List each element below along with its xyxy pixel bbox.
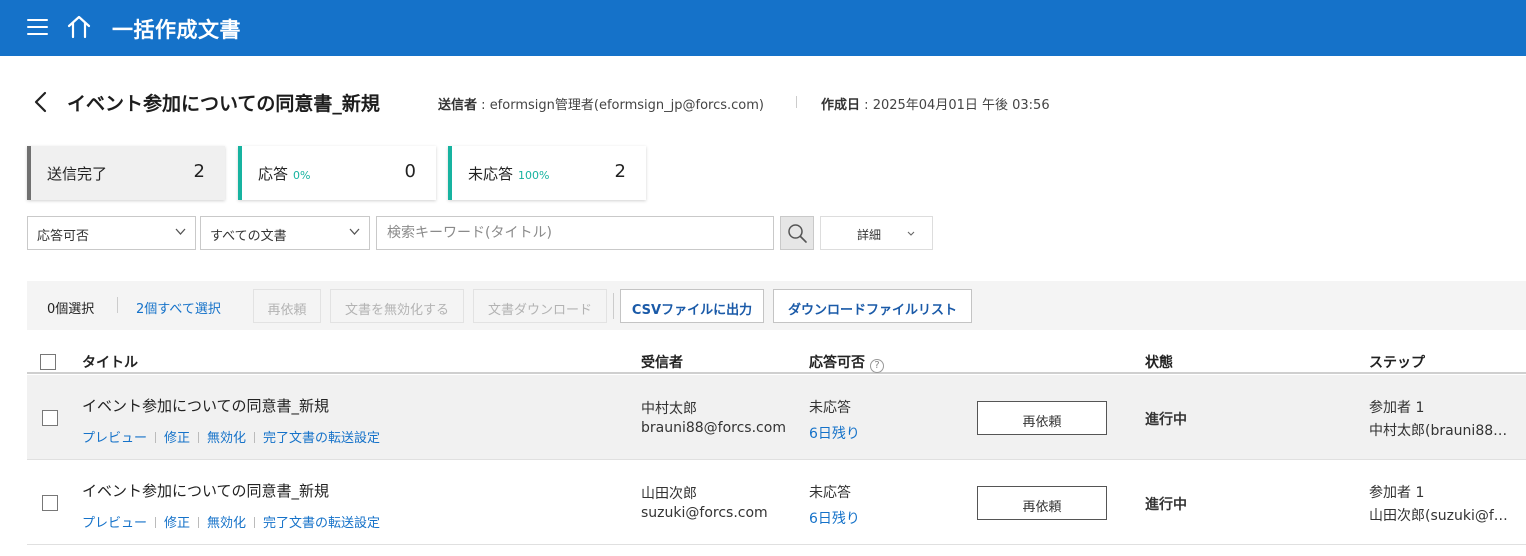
- toolbar-separator: [613, 293, 614, 319]
- sender-value: eformsign管理者(eformsign_jp@forcs.com): [489, 98, 764, 113]
- detail-label: 詳細: [857, 228, 882, 242]
- table-header: タイトル 受信者 応答可否? 状態 ステップ: [27, 350, 1526, 374]
- action-divider: [254, 432, 256, 443]
- response-status: 未応答: [809, 400, 851, 416]
- step-participant: 中村太郎(brauni88…: [1369, 423, 1508, 439]
- stat-card-responded[interactable]: 応答 0% 0: [238, 146, 436, 200]
- stat-count: 2: [614, 161, 626, 182]
- bulk-action-toolbar: 0個選択 2個すべて選択 再依頼 文書を無効化する 文書ダウンロード CSVファ…: [27, 281, 1526, 330]
- action-divider: [254, 517, 256, 528]
- forward-settings-link[interactable]: 完了文書の転送設定: [263, 431, 380, 446]
- home-icon[interactable]: [66, 14, 92, 40]
- stat-bar: [27, 146, 31, 200]
- document-header: イベント参加についての同意書_新規 送信者 : eformsign管理者(efo…: [0, 84, 1526, 120]
- download-button-disabled: 文書ダウンロード: [473, 289, 607, 323]
- invalidate-link[interactable]: 無効化: [207, 431, 246, 446]
- download-file-list-button[interactable]: ダウンロードファイルリスト: [773, 289, 972, 323]
- row-checkbox[interactable]: [42, 410, 58, 426]
- page-title: 一括作成文書: [112, 18, 241, 42]
- stat-percent: 0%: [293, 169, 311, 182]
- action-divider: [198, 432, 200, 443]
- resend-button[interactable]: 再依頼: [977, 401, 1107, 435]
- chevron-down-icon: [349, 228, 360, 235]
- recipient-email: suzuki@forcs.com: [641, 505, 768, 521]
- row-title[interactable]: イベント参加についての同意書_新規: [82, 395, 329, 416]
- table-row[interactable]: イベント参加についての同意書_新規 プレビュー 修正 無効化 完了文書の転送設定 山田…: [27, 460, 1526, 545]
- toolbar-divider: [117, 297, 118, 313]
- search-input[interactable]: [376, 216, 774, 250]
- hamburger-menu-icon[interactable]: [27, 18, 48, 36]
- search-icon: [788, 224, 807, 243]
- stat-bar: [448, 146, 452, 200]
- days-remaining[interactable]: 6日残り: [809, 423, 860, 443]
- help-icon[interactable]: ?: [870, 359, 884, 373]
- status-text: 進行中: [1145, 412, 1187, 428]
- forward-settings-link[interactable]: 完了文書の転送設定: [263, 516, 380, 531]
- meta-divider: [796, 96, 797, 108]
- days-remaining[interactable]: 6日残り: [809, 508, 860, 528]
- stat-card-unresponded[interactable]: 未応答 100% 2: [448, 146, 646, 200]
- meta-colon: :: [481, 98, 486, 113]
- action-divider: [155, 432, 157, 443]
- column-recipient: 受信者: [641, 355, 683, 371]
- edit-link[interactable]: 修正: [164, 431, 190, 446]
- row-actions: プレビュー 修正 無効化 完了文書の転送設定: [82, 512, 380, 531]
- csv-export-button[interactable]: CSVファイルに出力: [620, 289, 764, 323]
- column-step: ステップ: [1369, 355, 1425, 371]
- stat-percent: 100%: [518, 169, 550, 182]
- selected-count: 0個選択: [47, 302, 95, 317]
- preview-link[interactable]: プレビュー: [82, 516, 147, 531]
- resend-button[interactable]: 再依頼: [977, 486, 1107, 520]
- meta-colon: :: [864, 98, 869, 113]
- created-label: 作成日: [821, 98, 861, 113]
- table-row[interactable]: イベント参加についての同意書_新規 プレビュー 修正 無効化 完了文書の転送設定 中村…: [27, 375, 1526, 460]
- select-all-link[interactable]: 2個すべて選択: [136, 298, 221, 317]
- chevron-down-icon: [907, 231, 915, 236]
- stat-label: 未応答 100%: [468, 165, 550, 183]
- step-name: 参加者 1: [1369, 485, 1425, 501]
- sender-label: 送信者: [438, 98, 478, 113]
- column-response: 応答可否?: [809, 352, 884, 373]
- step-participant: 山田次郎(suzuki@f…: [1369, 508, 1508, 524]
- column-status: 状態: [1145, 355, 1173, 371]
- invalidate-link[interactable]: 無効化: [207, 516, 246, 531]
- stat-card-sent[interactable]: 送信完了 2: [27, 146, 225, 200]
- back-arrow-icon[interactable]: [31, 90, 51, 114]
- sender-info: 送信者 : eformsign管理者(eformsign_jp@forcs.co…: [438, 94, 764, 113]
- stat-bar: [238, 146, 242, 200]
- response-status: 未応答: [809, 485, 851, 501]
- recipient-name: 中村太郎: [641, 401, 697, 417]
- stat-label: 送信完了: [47, 165, 108, 183]
- column-title: タイトル: [82, 355, 138, 371]
- action-divider: [155, 517, 157, 528]
- action-divider: [198, 517, 200, 528]
- top-bar: 一括作成文書: [0, 0, 1526, 56]
- row-checkbox[interactable]: [42, 495, 58, 511]
- stat-label: 応答 0%: [258, 165, 311, 183]
- created-info: 作成日 : 2025年04月01日 午後 03:56: [821, 94, 1050, 113]
- invalidate-button-disabled: 文書を無効化する: [330, 289, 464, 323]
- recipient-email: brauni88@forcs.com: [641, 420, 786, 436]
- edit-link[interactable]: 修正: [164, 516, 190, 531]
- stat-count: 0: [404, 161, 416, 182]
- detail-search-button[interactable]: 詳細: [820, 216, 933, 250]
- step-name: 参加者 1: [1369, 400, 1425, 416]
- row-actions: プレビュー 修正 無効化 完了文書の転送設定: [82, 427, 380, 446]
- preview-link[interactable]: プレビュー: [82, 431, 147, 446]
- response-filter-value: 応答可否: [37, 229, 90, 244]
- created-value: 2025年04月01日 午後 03:56: [872, 98, 1050, 113]
- stat-count: 2: [193, 161, 205, 182]
- resend-button-disabled: 再依頼: [253, 289, 321, 323]
- select-all-checkbox[interactable]: [40, 354, 56, 370]
- row-title[interactable]: イベント参加についての同意書_新規: [82, 480, 329, 501]
- response-filter-select[interactable]: 応答可否: [27, 216, 196, 250]
- document-filter-select[interactable]: すべての文書: [200, 216, 370, 250]
- recipient-name: 山田次郎: [641, 486, 697, 502]
- document-filter-value: すべての文書: [210, 229, 287, 244]
- chevron-down-icon: [175, 228, 186, 235]
- document-title: イベント参加についての同意書_新規: [67, 93, 380, 115]
- status-text: 進行中: [1145, 497, 1187, 513]
- search-button[interactable]: [780, 216, 814, 250]
